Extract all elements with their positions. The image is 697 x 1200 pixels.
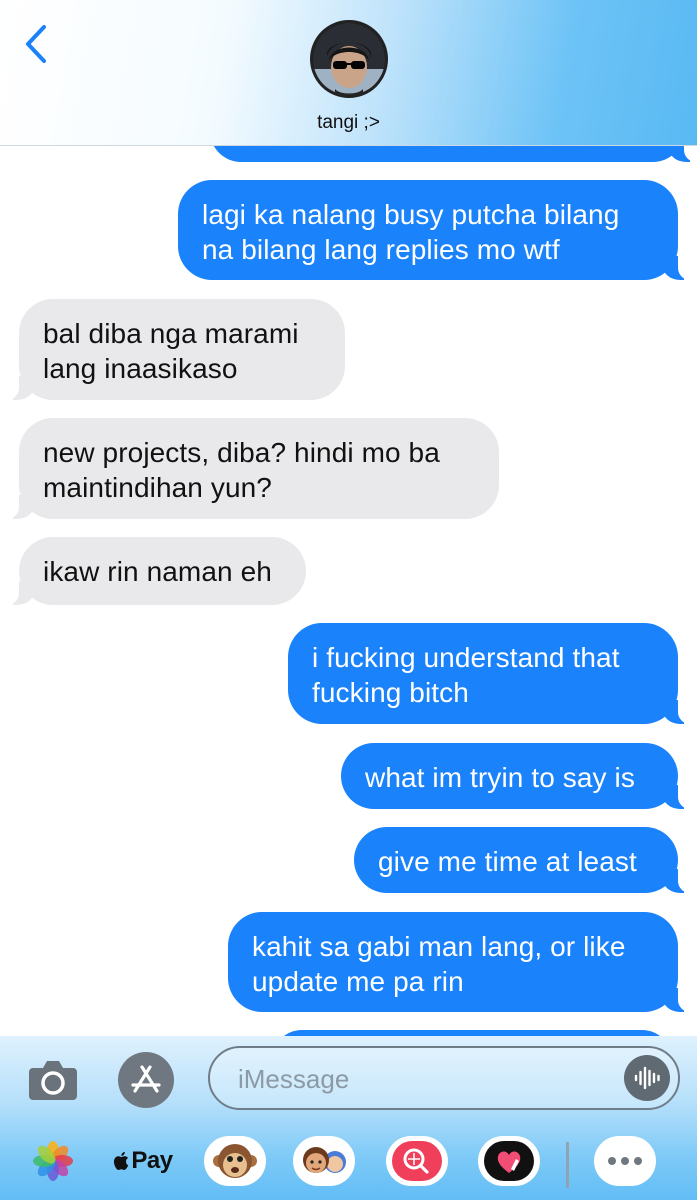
message-text: give me time at least — [378, 846, 637, 877]
message-text: i fucking understand that fucking bitch — [312, 642, 620, 708]
digital-touch-button[interactable] — [478, 1136, 540, 1186]
contact-name[interactable]: tangi ;> — [0, 112, 697, 134]
camera-icon — [29, 1061, 77, 1100]
camera-button[interactable] — [28, 1056, 78, 1102]
apple-logo-icon — [114, 1151, 129, 1170]
apple-pay-label: Pay — [131, 1147, 173, 1174]
digital-touch-icon — [484, 1141, 534, 1181]
message-bubble-received[interactable]: bal diba nga marami lang inaasikaso — [5, 299, 345, 400]
back-button[interactable] — [18, 22, 54, 66]
more-icon — [608, 1157, 642, 1165]
memoji-app-button[interactable] — [293, 1136, 355, 1186]
composer-bar: Pay — [0, 1036, 697, 1200]
message-text-input[interactable] — [238, 1060, 618, 1098]
message-text: kahit sa gabi man lang, or like update m… — [252, 931, 626, 997]
message-bubble-sent[interactable]: what im tryin to say is — [341, 743, 692, 809]
app-store-icon — [131, 1065, 161, 1093]
avatar[interactable] — [310, 20, 388, 98]
message-bubble-sent[interactable]: i fucking understand that fucking bitch — [288, 623, 692, 724]
more-apps-button[interactable] — [594, 1136, 656, 1186]
message-bubble-received[interactable]: ikaw rin naman eh — [5, 537, 306, 605]
imessage-input-field[interactable] — [208, 1046, 680, 1110]
chevron-left-icon — [26, 25, 46, 63]
monkey-emoji-icon — [213, 1144, 257, 1178]
audio-message-button[interactable] — [624, 1055, 670, 1101]
images-search-button[interactable] — [386, 1136, 448, 1186]
message-bubble-received[interactable]: new projects, diba? hindi mo ba maintind… — [5, 418, 499, 519]
waveform-icon — [634, 1066, 660, 1090]
photos-icon — [33, 1141, 73, 1181]
message-thread[interactable]: lagi ka nalang busy putcha bilang na bil… — [0, 0, 697, 1200]
message-text: new projects, diba? hindi mo ba maintind… — [43, 437, 440, 503]
message-bubble-sent[interactable]: lagi ka nalang busy putcha bilang na bil… — [178, 180, 692, 280]
contact-photo-icon — [313, 23, 385, 95]
app-drawer-divider — [566, 1142, 569, 1188]
message-bubble-sent[interactable]: give me time at least — [354, 827, 692, 893]
message-bubble-sent[interactable]: kahit sa gabi man lang, or like update m… — [228, 912, 692, 1012]
message-text: what im tryin to say is — [365, 762, 635, 793]
memoji-icon — [303, 1147, 346, 1173]
message-text: bal diba nga marami lang inaasikaso — [43, 318, 299, 384]
conversation-header: tangi ;> — [0, 0, 697, 146]
photos-app-button[interactable] — [22, 1136, 84, 1186]
apple-pay-button[interactable]: Pay — [108, 1136, 178, 1186]
search-images-icon — [392, 1141, 442, 1181]
app-store-button[interactable] — [118, 1052, 174, 1108]
messages-screen: lagi ka nalang busy putcha bilang na bil… — [0, 0, 697, 1200]
animoji-app-button[interactable] — [204, 1136, 266, 1186]
message-text: lagi ka nalang busy putcha bilang na bil… — [202, 199, 620, 265]
message-text: ikaw rin naman eh — [43, 556, 272, 587]
